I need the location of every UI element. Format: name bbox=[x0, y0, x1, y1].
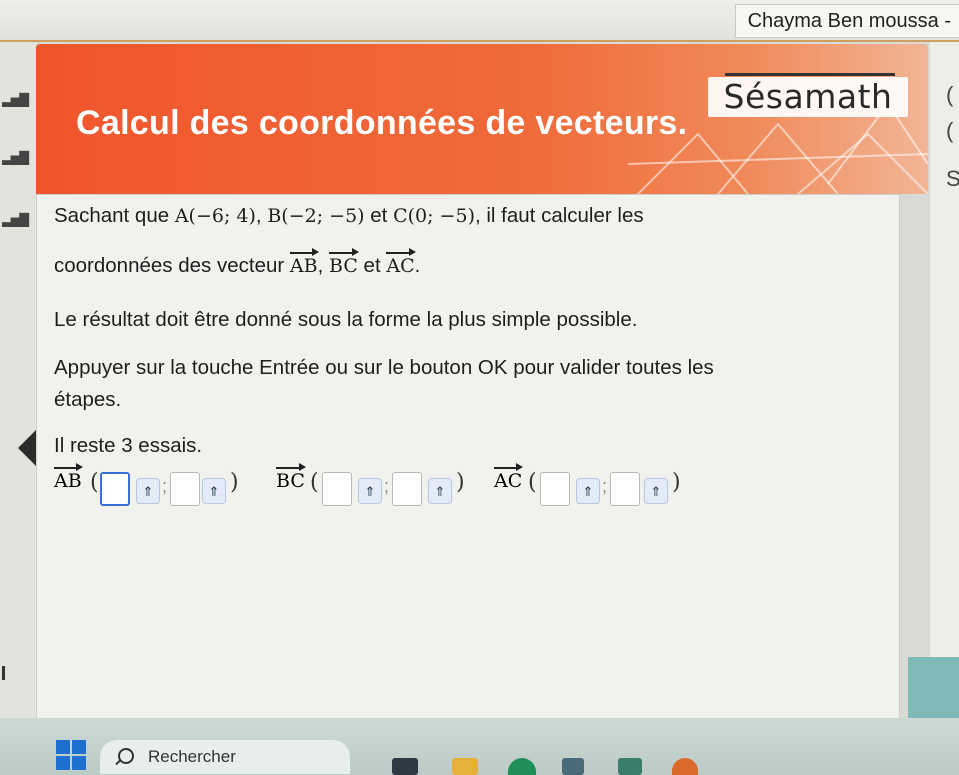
answer-row: AB ( ⇑ ; ⇑ ) BC ( ⇑ ; ⇑ ) AC ( ⇑ ; ⇑ ) bbox=[54, 462, 834, 522]
bracket-icon: ( bbox=[946, 118, 954, 143]
ab-y-input[interactable] bbox=[170, 472, 200, 506]
open-paren: ( bbox=[90, 470, 99, 495]
instruction-steps: étapes. bbox=[54, 388, 122, 411]
answer-bc: BC ( ⇑ ; ⇑ ) bbox=[276, 462, 476, 518]
keyboard-toggle-icon[interactable]: ⇑ bbox=[202, 478, 226, 504]
ac-x-input[interactable] bbox=[540, 472, 570, 506]
open-paren: ( bbox=[528, 470, 537, 495]
keyboard-toggle-icon[interactable]: ⇑ bbox=[576, 478, 600, 504]
bracket-icon: ( bbox=[946, 82, 954, 107]
answer-label-bc: BC bbox=[276, 463, 306, 492]
statement-line-1: Sachant que A(−6; 4), B(−2; −5) et C(0; … bbox=[54, 204, 644, 227]
search-icon bbox=[118, 748, 134, 764]
answer-label-ab: AB bbox=[54, 463, 83, 492]
semicolon: ; bbox=[602, 476, 608, 496]
answer-ac: AC ( ⇑ ; ⇑ ) bbox=[494, 462, 694, 518]
vector-ac: AC bbox=[386, 248, 416, 277]
sesamath-logo: Sésamath bbox=[708, 77, 908, 117]
store-icon[interactable] bbox=[562, 758, 584, 775]
answer-label-ac: AC bbox=[494, 463, 524, 492]
bc-x-input[interactable] bbox=[322, 472, 352, 506]
page-title: Calcul des coordonnées de vecteurs. bbox=[76, 104, 688, 142]
left-strip: ▂▄▆ ▂▄▆ ▂▄▆ bbox=[0, 42, 40, 722]
close-paren: ) bbox=[672, 470, 681, 495]
search-placeholder: Rechercher bbox=[148, 747, 236, 766]
folder-icon[interactable] bbox=[452, 758, 478, 775]
taskbar-app-icon[interactable] bbox=[392, 758, 418, 775]
taskbar-app-icon[interactable] bbox=[618, 758, 642, 775]
close-paren: ) bbox=[456, 470, 465, 495]
statement-line-2: coordonnées des vecteur AB, BC et AC. bbox=[54, 248, 421, 277]
answer-ab: AB ( ⇑ ; ⇑ ) bbox=[54, 462, 254, 518]
keyboard-toggle-icon[interactable]: ⇑ bbox=[358, 478, 382, 504]
instruction-enter-key: Appuyer sur la touche Entrée ou sur le b… bbox=[54, 356, 714, 379]
point-b: B(−2; −5) bbox=[267, 205, 365, 227]
keyboard-toggle-icon[interactable]: ⇑ bbox=[428, 478, 452, 504]
point-c: C(0; −5) bbox=[393, 205, 475, 227]
right-strip bbox=[930, 42, 959, 657]
windows-start-icon[interactable] bbox=[56, 740, 86, 770]
semicolon: ; bbox=[384, 476, 390, 496]
s-glyph-icon: S bbox=[946, 166, 959, 191]
user-name[interactable]: Chayma Ben moussa - bbox=[734, 4, 959, 38]
point-a: A(−6; 4) bbox=[174, 205, 256, 227]
top-bar: Chayma Ben moussa - bbox=[0, 0, 959, 42]
vector-bc: BC bbox=[329, 248, 359, 277]
signal-bars-icon: ▂▄▆ bbox=[2, 146, 29, 165]
ab-x-input[interactable] bbox=[100, 472, 130, 506]
side-panel-edge bbox=[908, 657, 959, 718]
keyboard-toggle-icon[interactable]: ⇑ bbox=[136, 478, 160, 504]
logo-overline bbox=[725, 73, 895, 76]
attempts-remaining: Il reste 3 essais. bbox=[54, 434, 203, 457]
taskbar-search[interactable]: Rechercher bbox=[100, 740, 350, 774]
windows-taskbar: Rechercher bbox=[0, 718, 959, 775]
exercise-header: Calcul des coordonnées de vecteurs. bbox=[36, 44, 928, 194]
open-paren: ( bbox=[310, 470, 319, 495]
semicolon: ; bbox=[162, 476, 168, 496]
close-paren: ) bbox=[230, 470, 239, 495]
vector-ab: AB bbox=[289, 248, 319, 277]
keyboard-toggle-icon[interactable]: ⇑ bbox=[644, 478, 668, 504]
signal-bars-icon: ▂▄▆ bbox=[2, 88, 29, 107]
divider bbox=[2, 666, 5, 680]
browser-icon[interactable] bbox=[508, 758, 536, 775]
ac-y-input[interactable] bbox=[610, 472, 640, 506]
bc-y-input[interactable] bbox=[392, 472, 422, 506]
instruction-simplest-form: Le résultat doit être donné sous la form… bbox=[54, 308, 638, 331]
taskbar-app-icon[interactable] bbox=[672, 758, 698, 775]
signal-bars-icon: ▂▄▆ bbox=[2, 208, 29, 227]
